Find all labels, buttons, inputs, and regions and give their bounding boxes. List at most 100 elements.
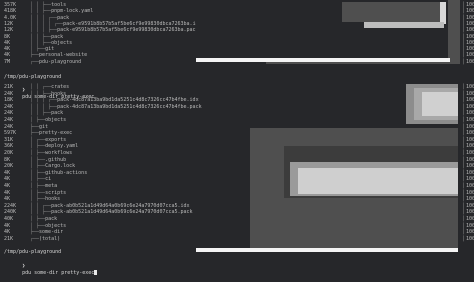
tree-branch: ├──pretty-exec <box>30 130 73 137</box>
percent-value: 100% <box>466 202 474 209</box>
entry-name: exports <box>45 136 67 143</box>
size-value: 21K <box>4 84 14 90</box>
size-value: 597K <box>4 130 17 137</box>
bar-edge: │ <box>462 14 466 21</box>
entry-name: ci <box>45 176 52 183</box>
size-value: 7M <box>4 58 11 65</box>
entry-name: pack <box>51 33 64 40</box>
bar-edge: │ <box>462 27 466 34</box>
entry-name: objects <box>45 117 67 123</box>
percent-value: 100% <box>466 156 474 163</box>
prompt-line-2: /tmp/pdu-playground <box>0 243 474 255</box>
tree-branch: │ ├──objects <box>30 222 67 229</box>
size-value: 4K <box>4 222 11 229</box>
tree-branch: │ ├──scripts <box>30 189 67 196</box>
entry-name: some-dir <box>39 229 64 236</box>
percent-value: 100% <box>466 8 474 15</box>
entry-name: pack-ab0b521a1d49d64a0b69c6e24a7970d07cc… <box>51 202 190 209</box>
entry-name: pretty-exec <box>39 130 73 137</box>
bar-edge: │ <box>462 150 466 156</box>
size-value: 18K <box>4 97 14 104</box>
terminal-window: 357K│ │ ├──tools│100%418K│ │ ├──pnpm-loc… <box>0 0 474 276</box>
command-line-2[interactable]: ❯ pdu some-dir pretty-exec <box>0 251 474 276</box>
size-value: 4K <box>4 46 11 53</box>
size-value: 4K <box>4 189 11 196</box>
percent-value: 100% <box>466 183 474 189</box>
prompt-line-1: /tmp/pdu-playground <box>0 68 474 80</box>
usage-bar <box>342 2 446 22</box>
percent-value: 100% <box>466 14 474 21</box>
tree-branch: │ ├──meta <box>30 183 58 189</box>
percent-value: 100% <box>466 136 474 143</box>
percent-value: 100% <box>466 150 474 156</box>
size-value: 357K <box>4 2 17 8</box>
size-value: 40K <box>4 216 14 222</box>
tree-branch: ┌──(total) <box>30 235 61 242</box>
usage-bar <box>364 22 444 28</box>
percent-value: 100% <box>466 103 474 110</box>
tree-branch: │ │ ├──hooks <box>30 90 67 97</box>
percent-value: 100% <box>466 27 474 34</box>
bar-edge: │ <box>462 58 466 65</box>
percent-value: 100% <box>466 90 474 97</box>
bar-edge: │ <box>462 97 466 104</box>
size-value: 8K <box>4 33 11 40</box>
bar-edge: │ <box>462 84 466 90</box>
tree-branch: │ │ ├──pnpm-lock.yaml <box>30 8 94 15</box>
percent-value: 100% <box>466 216 474 222</box>
size-value: 4K <box>4 176 11 183</box>
entry-name: scripts <box>45 189 67 196</box>
size-value: 24K <box>4 117 14 123</box>
percent-value: 100% <box>466 20 474 27</box>
entry-name: pdu-playground <box>39 58 82 65</box>
size-value: 418K <box>4 8 17 15</box>
usage-bar <box>422 92 458 116</box>
size-value: 21K <box>4 235 14 242</box>
tree-branch: │ ├──workflows <box>30 150 73 156</box>
entry-name: objects <box>51 39 73 46</box>
tree-branch: │ ├──Cargo.lock <box>30 163 76 170</box>
entry-name: pack-4dc87a13ba9bd1da5251c4d8c7326cc47b4… <box>57 103 202 110</box>
bar-edge: │ <box>462 130 466 137</box>
bar-edge: │ <box>462 33 466 40</box>
bar-edge: │ <box>462 117 466 123</box>
bar-edge: │ <box>462 176 466 183</box>
percent-value: 100% <box>466 2 474 8</box>
percent-value: 100% <box>466 33 474 40</box>
entry-name: hooks <box>51 90 67 97</box>
usage-bars-1 <box>196 0 460 64</box>
entry-name: pack <box>57 14 70 21</box>
percent-value: 100% <box>466 189 474 196</box>
percent-value: 100% <box>466 169 474 176</box>
size-value: 31K <box>4 136 14 143</box>
percent-value: 100% <box>466 143 474 150</box>
percent-value: 100% <box>466 46 474 53</box>
size-value: 20K <box>4 163 14 170</box>
entry-name: pack-e9591b8b57b5af5be6cf9e99830dbca7263… <box>63 20 202 27</box>
usage-bar <box>440 2 446 24</box>
bar-edge: │ <box>462 229 466 236</box>
percent-value: 100% <box>466 84 474 90</box>
entry-name: pack <box>45 216 58 222</box>
size-value: 12K <box>4 20 14 27</box>
bar-edge: │ <box>462 143 466 150</box>
entry-name: hooks <box>45 196 61 203</box>
entry-name: pack <box>51 110 64 117</box>
size-value: 4K <box>4 183 11 189</box>
bar-edge: │ <box>462 222 466 229</box>
tree-branch: │ ├──objects <box>30 117 67 123</box>
size-value: 4K <box>4 52 11 59</box>
size-value: 240K <box>4 209 17 216</box>
tree-branch: ├──git <box>30 123 49 130</box>
size-value: 4K <box>4 169 11 176</box>
percent-value: 100% <box>466 235 474 242</box>
entry-name: personal-website <box>39 52 88 59</box>
size-value: 20K <box>4 150 14 156</box>
bar-edge: │ <box>462 110 466 117</box>
bar-edge: │ <box>462 209 466 216</box>
bar-edge: │ <box>462 123 466 130</box>
entry-name: crates <box>51 84 70 90</box>
entry-name: pnpm-lock.yaml <box>51 8 94 15</box>
command-input[interactable]: pdu some-dir pretty-exec <box>22 270 94 276</box>
size-value: 224K <box>4 202 17 209</box>
